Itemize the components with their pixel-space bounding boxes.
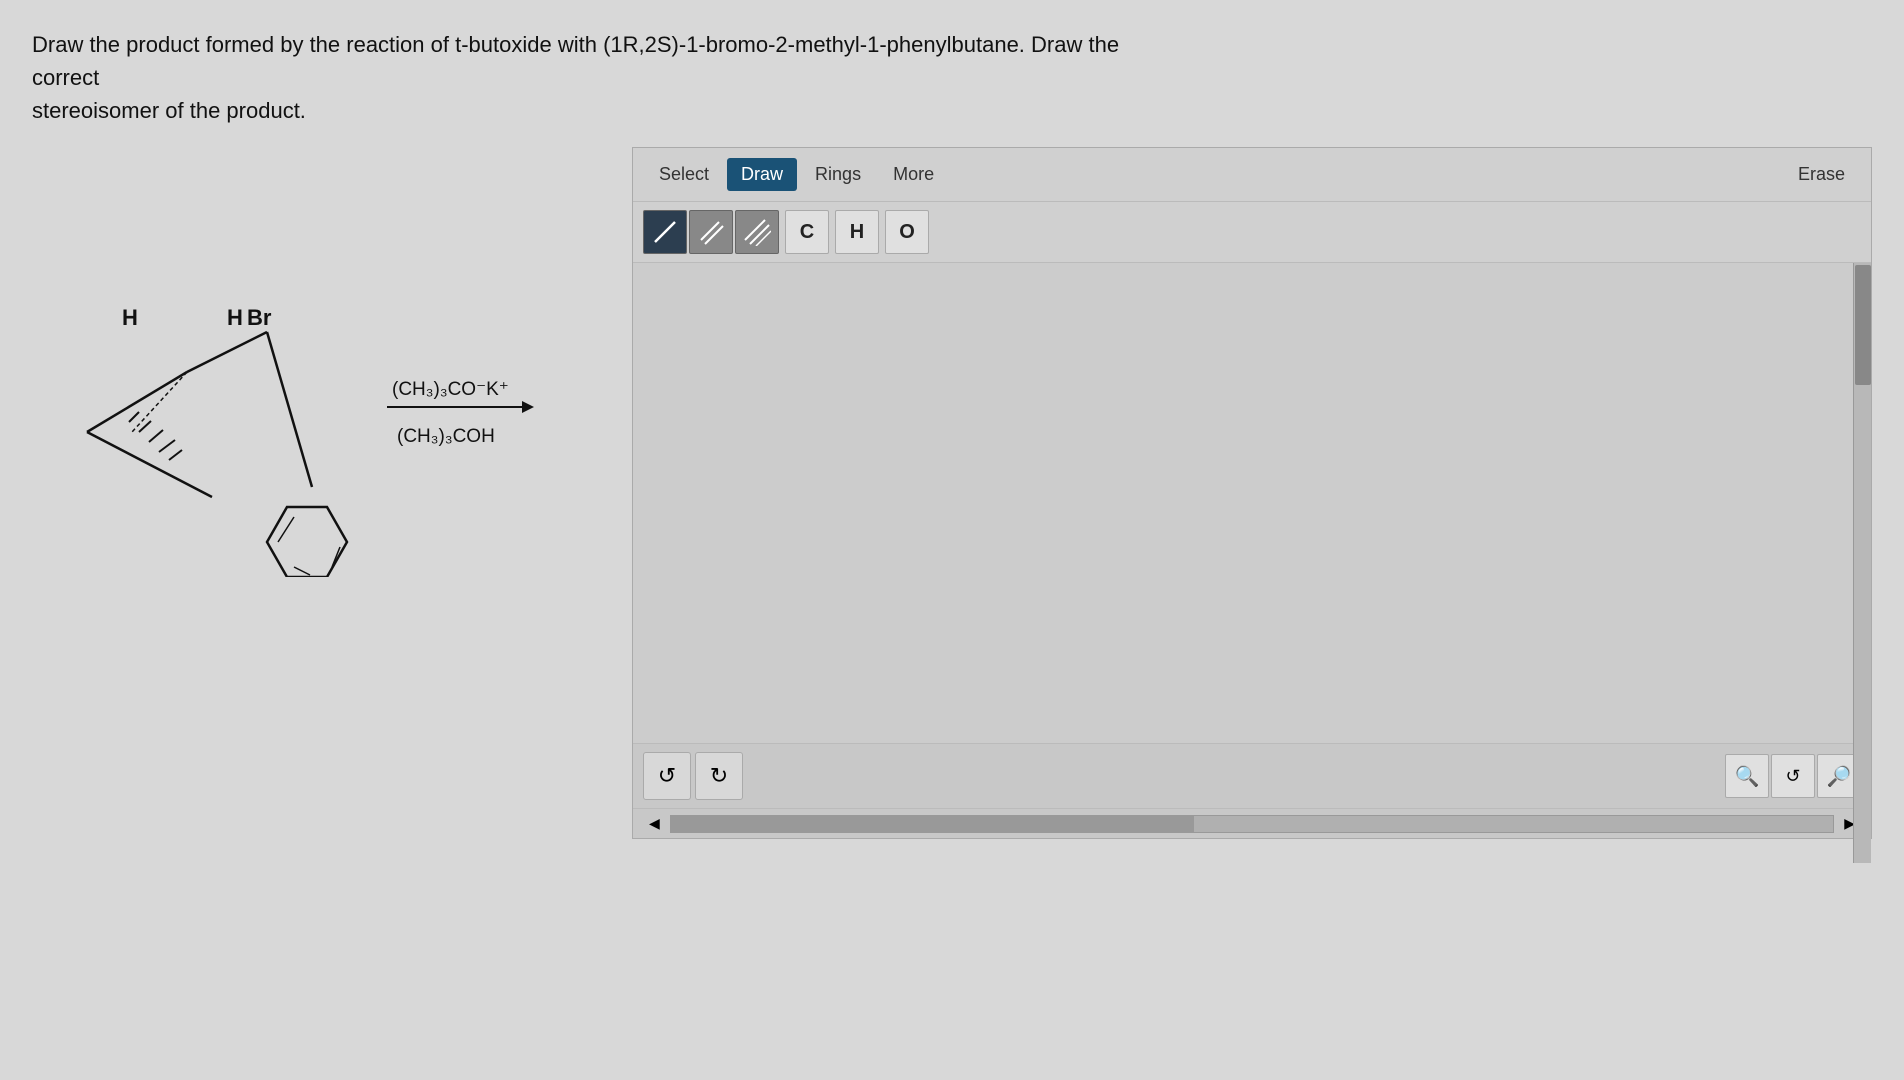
scroll-track[interactable] [670,815,1834,833]
h-label-2: H [227,305,243,330]
erase-button[interactable]: Erase [1784,158,1859,191]
bond-to-phenyl [267,332,312,487]
undo-redo-group: ↺ ↻ [643,752,743,800]
carbon-label: C [800,221,814,244]
select-button[interactable]: Select [645,158,723,191]
wedge-bonds [129,412,182,460]
drawing-canvas[interactable] [633,263,1871,743]
undo-icon: ↺ [658,763,676,789]
hydrogen-button[interactable]: H [835,210,879,254]
oxygen-label: O [899,221,915,244]
double-bond-icon [697,218,725,246]
reagent2-text: (CH₃)₃COH [397,426,495,447]
h-label-1: H [122,305,138,330]
more-button[interactable]: More [879,158,948,191]
scroll-left-arrow[interactable]: ◀ [643,813,666,834]
bond-toolbar: C H O [633,202,1871,263]
single-bond-icon [651,218,679,246]
horizontal-scrollbar: ◀ ▶ [633,808,1871,838]
triple-bond-button[interactable] [735,210,779,254]
arom-2 [294,567,310,575]
top-toolbar: Select Draw Rings More Erase [633,148,1871,202]
redo-button[interactable]: ↻ [695,752,743,800]
oxygen-button[interactable]: O [885,210,929,254]
bottom-toolbar: ↺ ↻ 🔍 ↺ 🔎 [633,743,1871,808]
single-bond-button[interactable] [643,210,687,254]
bond-to-br [187,332,267,372]
br-label: Br [247,305,272,330]
zoom-group: 🔍 ↺ 🔎 [1725,754,1861,798]
reaction-area: H H Br [32,147,632,577]
reaction-svg: H H Br [32,177,612,577]
phenyl-ring [267,507,347,577]
reagent1-text: (CH₃)₃CO⁻K⁺ [392,379,509,400]
drawing-panel: Select Draw Rings More Erase [632,147,1872,839]
question-container: Draw the product formed by the reaction … [32,28,1872,127]
zoom-reset-button[interactable]: ↺ [1771,754,1815,798]
wedge-dash-1 [132,372,187,432]
rings-button[interactable]: Rings [801,158,875,191]
arrow-head [522,401,534,413]
main-area: H H Br [32,147,1872,839]
double-bond-button[interactable] [689,210,733,254]
undo-button[interactable]: ↺ [643,752,691,800]
reaction-structure: H H Br [32,177,612,577]
triple-bond-icon [743,218,771,246]
vertical-scrollbar[interactable] [1853,263,1871,863]
bond-left-arm [87,372,187,432]
scroll-bar-thumb [671,816,1194,832]
hydrogen-label: H [850,221,864,244]
zoom-in-button[interactable]: 🔍 [1725,754,1769,798]
redo-icon: ↻ [710,763,728,789]
question-text: Draw the product formed by the reaction … [32,28,1132,127]
scrollbar-thumb[interactable] [1855,265,1871,385]
zoom-out-icon: 🔎 [1827,764,1852,789]
zoom-reset-icon: ↺ [1785,766,1800,787]
carbon-button[interactable]: C [785,210,829,254]
zoom-in-icon: 🔍 [1735,764,1760,789]
draw-button[interactable]: Draw [727,158,797,191]
